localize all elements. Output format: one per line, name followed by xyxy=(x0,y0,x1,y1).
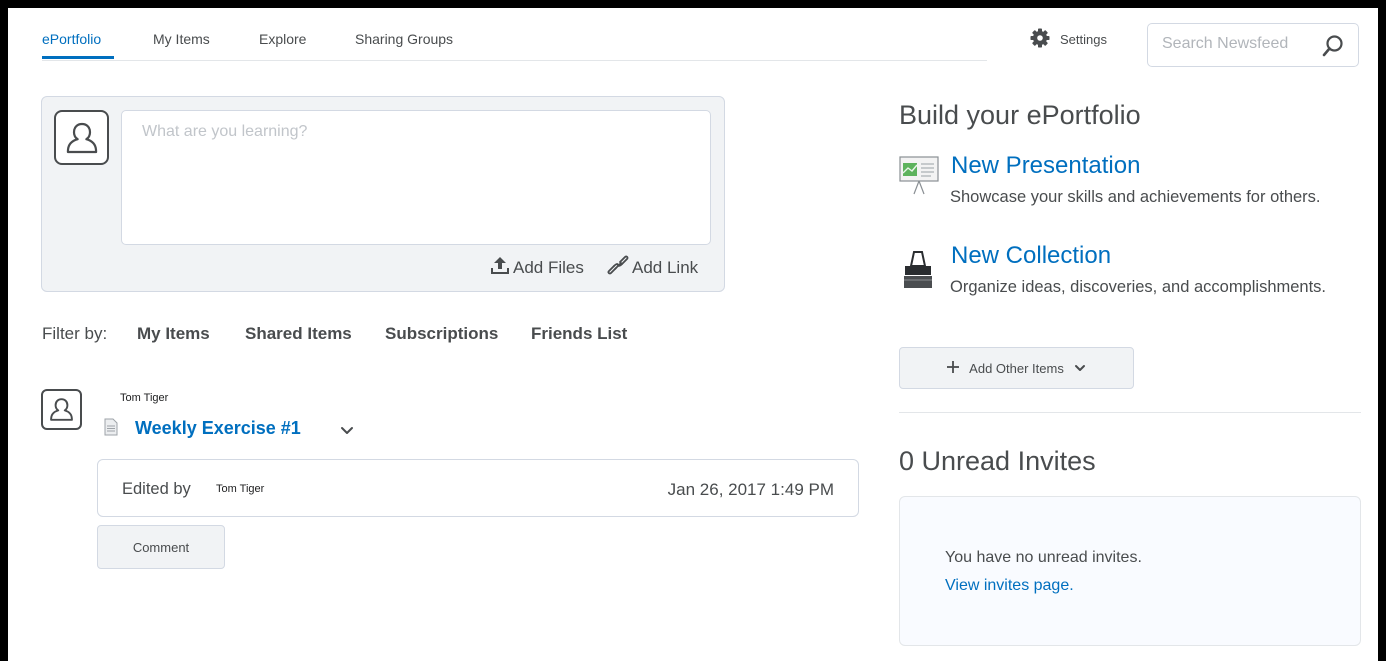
tab-my-items[interactable]: My Items xyxy=(153,31,210,47)
filter-shared-items[interactable]: Shared Items xyxy=(245,324,352,344)
edited-by-label: Edited by xyxy=(122,480,191,498)
tab-explore[interactable]: Explore xyxy=(259,31,306,47)
binder-clip-icon xyxy=(903,250,933,295)
edited-by-name[interactable]: Tom Tiger xyxy=(216,483,264,495)
add-other-items-label: Add Other Items xyxy=(969,360,1064,376)
avatar-icon xyxy=(54,110,109,165)
edit-history: Edited by Tom Tiger Jan 26, 2017 1:49 PM xyxy=(97,459,859,517)
post-composer: Add Files Add Link xyxy=(41,96,725,292)
settings-label: Settings xyxy=(1060,32,1107,47)
presentation-description: Showcase your skills and achievements fo… xyxy=(950,188,1321,206)
post-textarea[interactable] xyxy=(121,110,711,245)
tab-eportfolio[interactable]: ePortfolio xyxy=(42,31,101,47)
chevron-down-icon xyxy=(1074,361,1086,376)
view-invites-link[interactable]: View invites page. xyxy=(945,577,1074,595)
search-input[interactable] xyxy=(1148,24,1332,64)
plus-icon xyxy=(947,360,960,376)
filter-my-items[interactable]: My Items xyxy=(137,324,210,344)
link-icon xyxy=(607,255,629,280)
add-other-items-button[interactable]: Add Other Items xyxy=(899,347,1134,389)
upload-icon xyxy=(490,255,510,280)
feed-item-title[interactable]: Weekly Exercise #1 xyxy=(135,418,301,439)
add-files-button[interactable]: Add Files xyxy=(490,255,584,280)
search-box xyxy=(1147,23,1359,67)
settings-button[interactable]: Settings xyxy=(1030,28,1107,51)
presentation-icon xyxy=(899,156,939,201)
tab-sharing-groups[interactable]: Sharing Groups xyxy=(355,31,453,47)
gear-icon xyxy=(1030,28,1050,51)
collection-description: Organize ideas, discoveries, and accompl… xyxy=(950,278,1327,296)
build-heading: Build your ePortfolio xyxy=(899,100,1141,130)
feed-avatar-icon xyxy=(41,389,82,430)
no-invites-message: You have no unread invites. xyxy=(945,549,1142,566)
add-link-label: Add Link xyxy=(632,257,699,277)
add-files-label: Add Files xyxy=(513,257,584,277)
filter-friends-list[interactable]: Friends List xyxy=(531,324,627,344)
search-icon[interactable] xyxy=(1322,34,1344,63)
feed-author[interactable]: Tom Tiger xyxy=(120,392,168,404)
chevron-down-icon[interactable] xyxy=(340,424,354,442)
document-icon xyxy=(104,418,118,441)
new-collection-link[interactable]: New Collection xyxy=(951,242,1111,270)
new-presentation-link[interactable]: New Presentation xyxy=(951,152,1140,180)
add-link-button[interactable]: Add Link xyxy=(607,255,698,280)
filter-label: Filter by: xyxy=(42,324,108,343)
active-tab-indicator xyxy=(42,56,114,59)
comment-button[interactable]: Comment xyxy=(97,525,225,569)
edit-timestamp: Jan 26, 2017 1:49 PM xyxy=(667,480,834,499)
section-divider xyxy=(899,412,1361,413)
invites-heading: 0 Unread Invites xyxy=(899,446,1096,476)
nav-divider xyxy=(42,60,987,61)
filter-subscriptions[interactable]: Subscriptions xyxy=(385,324,498,344)
invites-panel: You have no unread invites. View invites… xyxy=(899,496,1361,646)
